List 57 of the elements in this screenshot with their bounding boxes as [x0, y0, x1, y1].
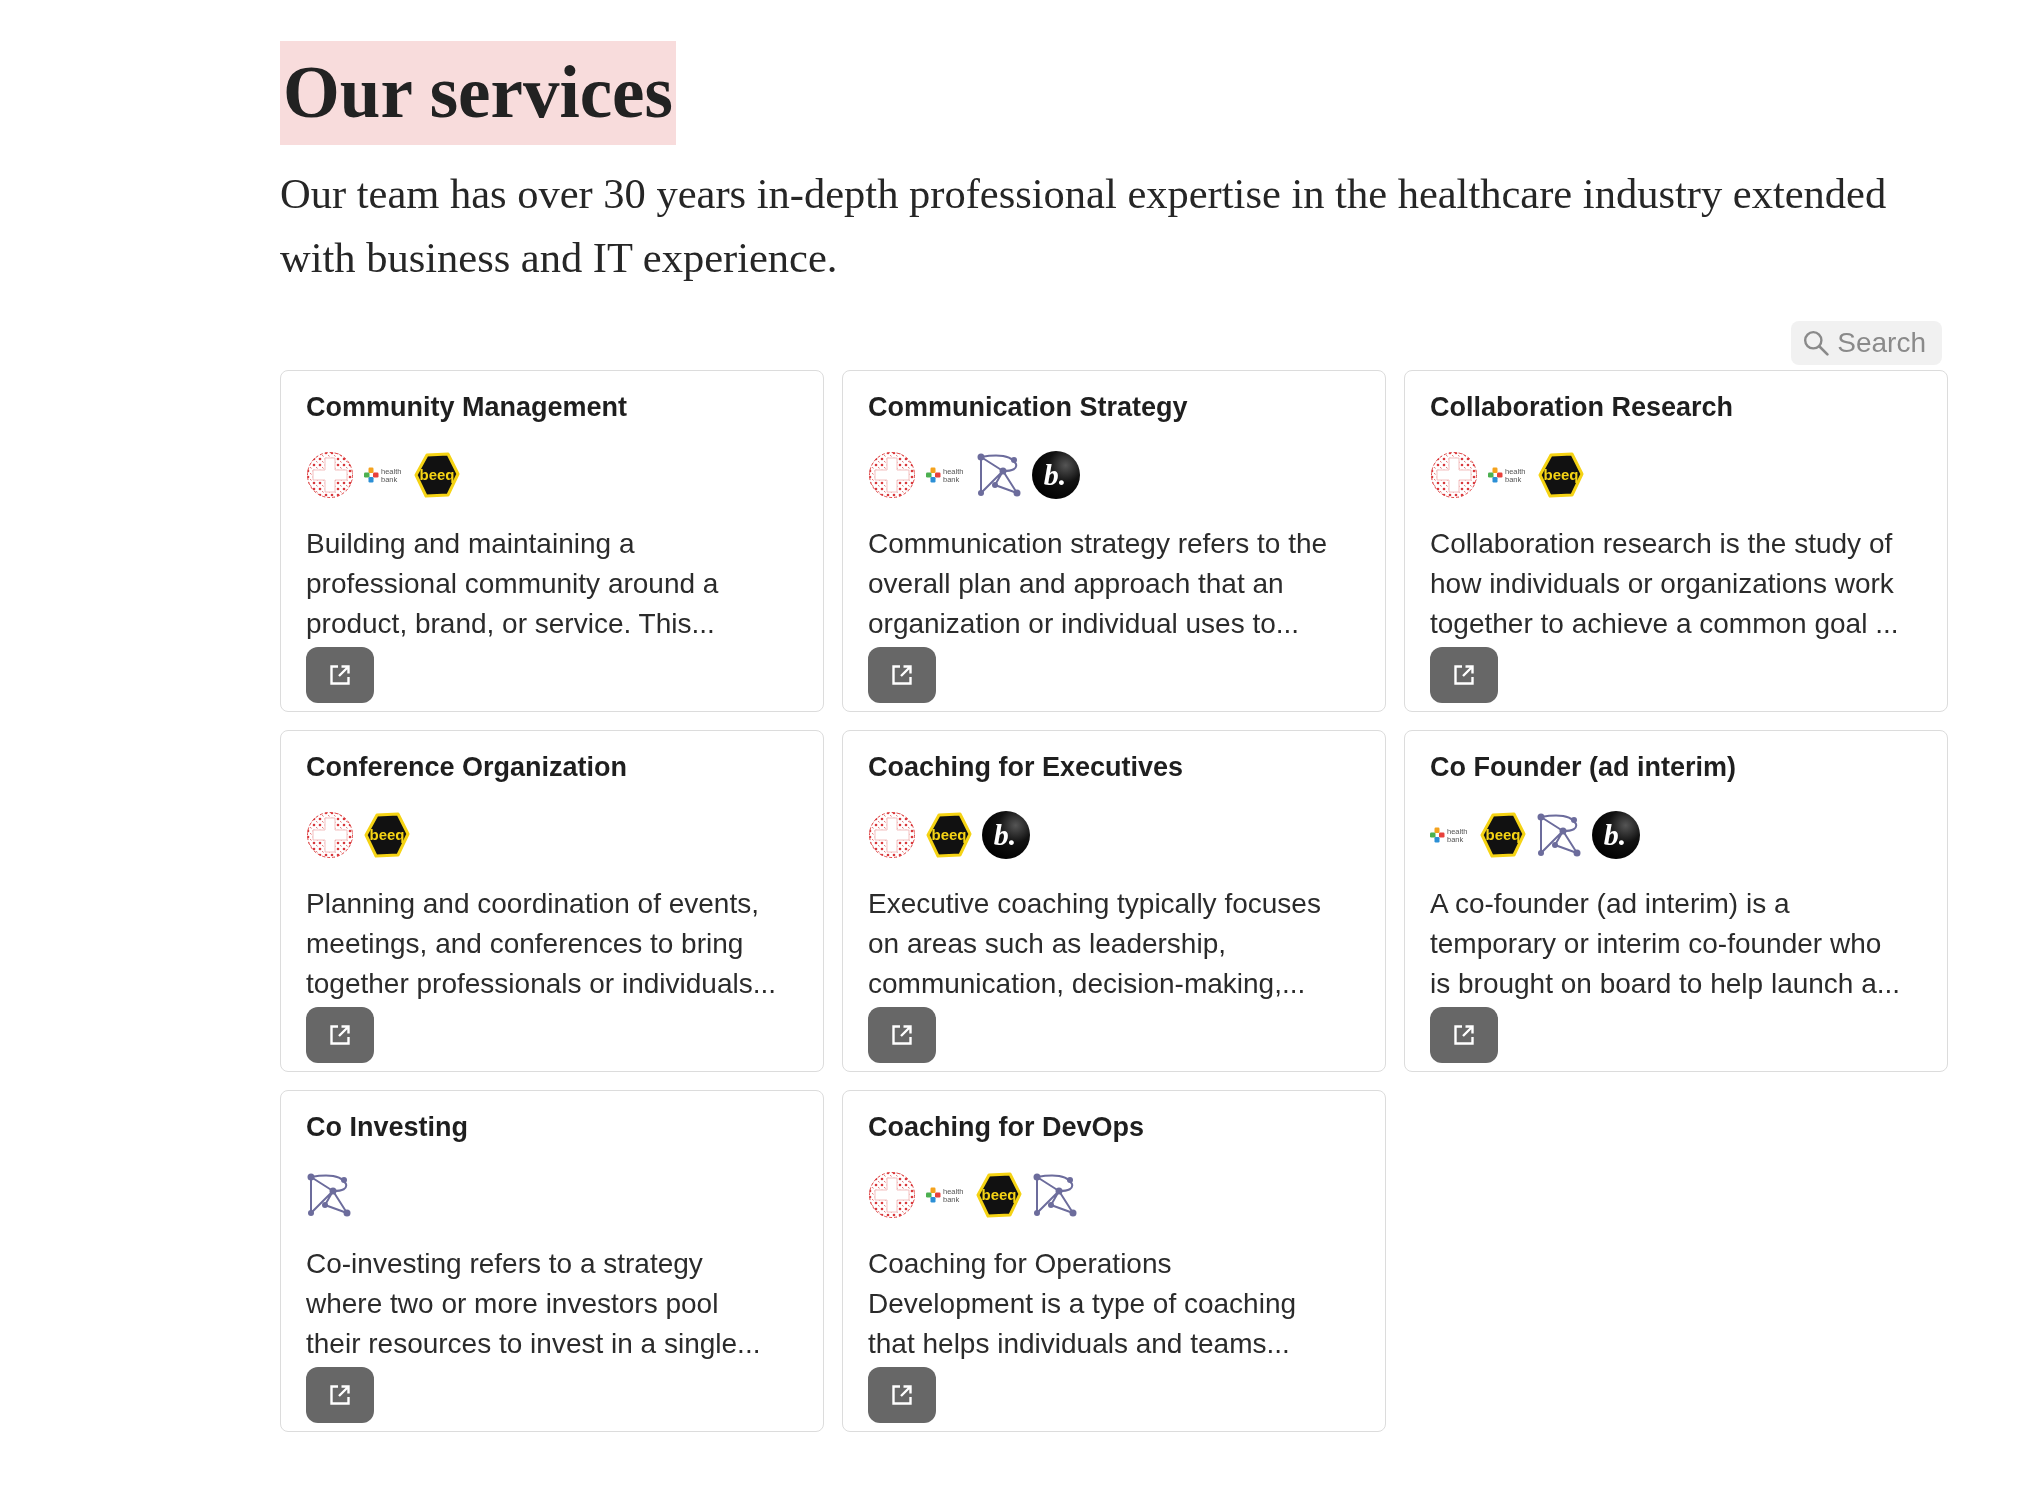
external-link-icon: [890, 1383, 914, 1407]
service-card[interactable]: Coaching for Executives beeq b. Executive coaching typically focuses on areas such as leadership, communication, decision-making,...: [842, 730, 1386, 1072]
open-button[interactable]: [306, 1367, 374, 1423]
card-description: Coaching for Operations Development is a type of coaching that helps individuals and teams...: [868, 1247, 1297, 1361]
card-description: Building and maintaining a professional community around a product, brand, or service. This...: [306, 527, 719, 641]
hexagon-logo: beeq: [1480, 812, 1526, 858]
card-title: Community Management: [306, 391, 628, 424]
external-link-icon: [1452, 663, 1476, 687]
cross-emblem-icon: [868, 451, 916, 499]
card-title: Co Investing: [306, 1111, 468, 1144]
letter-circle-logo: b.: [982, 811, 1030, 859]
cross-emblem-icon: [306, 451, 354, 499]
hexagon-logo: beeq: [1538, 452, 1584, 498]
cross-emblem-icon: [306, 811, 354, 859]
card-title: Communication Strategy: [868, 391, 1188, 424]
card-description: A co-founder (ad interim) is a temporary or interim co-founder who is brought on board to help launch a...: [1430, 887, 1901, 1001]
external-link-icon: [1452, 1023, 1476, 1047]
card-description: Executive coaching typically focuses on areas such as leadership, communication, decision-making,...: [868, 887, 1321, 1001]
card-title: Conference Organization: [306, 751, 628, 784]
card-title: Coaching for DevOps: [868, 1111, 1145, 1144]
card-description: Communication strategy refers to the overall plan and approach that an organization or individual uses to...: [868, 527, 1328, 641]
network-graph-icon: [306, 1172, 352, 1218]
open-button[interactable]: [1430, 1007, 1498, 1063]
card-description: Collaboration research is the study of how individuals or organizations work together to achieve a common goal ...: [1430, 527, 1899, 641]
cross-emblem-icon: [868, 811, 916, 859]
page-title: Our services: [280, 41, 676, 145]
service-card[interactable]: Conference Organization beeq Planning and coordination of events, meetings, and conferences to bring together professionals or individuals...: [280, 730, 824, 1072]
card-title: Co Founder (ad interim): [1430, 751, 1736, 784]
network-graph-icon: [1536, 812, 1582, 858]
letter-circle-logo: b.: [1592, 811, 1640, 859]
intro-paragraph: Our team has over 30 years in-depth professional expertise in the healthcare industry extended with business and IT experience.: [280, 169, 1888, 283]
hexagon-logo: beeq: [414, 452, 460, 498]
hexagon-logo: beeq: [976, 1172, 1022, 1218]
open-button[interactable]: [868, 647, 936, 703]
card-title: Coaching for Executives: [868, 751, 1184, 784]
letter-circle-logo: b.: [1032, 451, 1080, 499]
external-link-icon: [890, 663, 914, 687]
open-button[interactable]: [1430, 647, 1498, 703]
cross-emblem-icon: [868, 1171, 916, 1219]
card-description: Planning and coordination of events, meetings, and conferences to bring together professionals or individuals...: [306, 887, 777, 1001]
open-button[interactable]: [306, 1007, 374, 1063]
open-button[interactable]: [306, 647, 374, 703]
cross-emblem-icon: [1430, 451, 1478, 499]
search-icon: [1803, 330, 1830, 356]
open-button[interactable]: [868, 1367, 936, 1423]
network-graph-icon: [976, 452, 1022, 498]
service-card[interactable]: Co Investing Co-investing refers to a strategy where two or more investors pool their resources to invest in a single...: [280, 1090, 824, 1432]
external-link-icon: [328, 663, 352, 687]
hexagon-logo: beeq: [364, 812, 410, 858]
hexagon-logo: beeq: [926, 812, 972, 858]
open-button[interactable]: [868, 1007, 936, 1063]
external-link-icon: [328, 1023, 352, 1047]
external-link-icon: [890, 1023, 914, 1047]
card-description: Co-investing refers to a strategy where two or more investors pool their resources to invest in a single...: [306, 1247, 761, 1361]
external-link-icon: [328, 1383, 352, 1407]
card-title: Collaboration Research: [1430, 391, 1734, 424]
network-graph-icon: [1032, 1172, 1078, 1218]
